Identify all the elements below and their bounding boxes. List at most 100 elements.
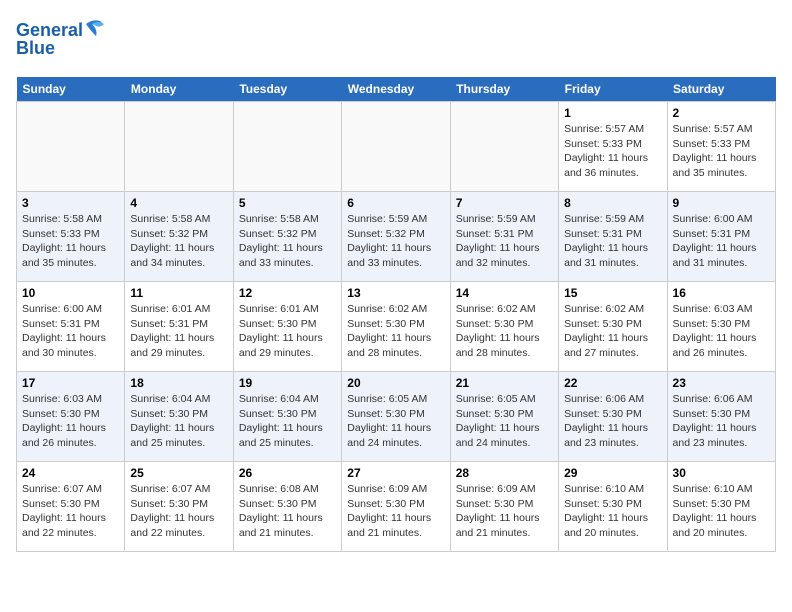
svg-text:Blue: Blue — [16, 38, 55, 58]
day-number: 1 — [564, 106, 661, 120]
day-info: Sunrise: 5:58 AM Sunset: 5:32 PM Dayligh… — [239, 212, 336, 271]
calendar-cell: 14 Sunrise: 6:02 AM Sunset: 5:30 PM Dayli… — [450, 282, 558, 372]
calendar-cell: 24Sunrise: 6:07 AM Sunset: 5:30 PM Dayli… — [17, 462, 125, 552]
day-number: 27 — [347, 466, 444, 480]
calendar-cell: 25 Sunrise: 6:07 AM Sunset: 5:30 PM Dayli… — [125, 462, 233, 552]
day-number: 4 — [130, 196, 227, 210]
calendar-week-row: 3 Sunrise: 5:58 AM Sunset: 5:33 PM Daylig… — [17, 192, 776, 282]
calendar-cell: 22 Sunrise: 6:06 AM Sunset: 5:30 PM Dayli… — [559, 372, 667, 462]
day-number: 19 — [239, 376, 336, 390]
calendar-header-row: SundayMondayTuesdayWednesdayThursdayFrid… — [17, 77, 776, 102]
calendar-cell — [233, 102, 341, 192]
day-of-week-header: Thursday — [450, 77, 558, 102]
calendar-week-row: 1 Sunrise: 5:57 AM Sunset: 5:33 PM Daylig… — [17, 102, 776, 192]
day-of-week-header: Monday — [125, 77, 233, 102]
day-number: 25 — [130, 466, 227, 480]
calendar-cell: 4 Sunrise: 5:58 AM Sunset: 5:32 PM Daylig… — [125, 192, 233, 282]
calendar-cell — [450, 102, 558, 192]
day-info: Sunrise: 6:07 AM Sunset: 5:30 PM Dayligh… — [22, 482, 119, 541]
calendar-cell: 20 Sunrise: 6:05 AM Sunset: 5:30 PM Dayli… — [342, 372, 450, 462]
day-info: Sunrise: 6:04 AM Sunset: 5:30 PM Dayligh… — [239, 392, 336, 451]
calendar-cell: 2Sunrise: 5:57 AM Sunset: 5:33 PM Daylig… — [667, 102, 775, 192]
day-number: 5 — [239, 196, 336, 210]
day-number: 17 — [22, 376, 119, 390]
day-info: Sunrise: 6:00 AM Sunset: 5:31 PM Dayligh… — [22, 302, 119, 361]
day-info: Sunrise: 6:05 AM Sunset: 5:30 PM Dayligh… — [347, 392, 444, 451]
calendar-cell: 23 Sunrise: 6:06 AM Sunset: 5:30 PM Dayli… — [667, 372, 775, 462]
calendar-cell: 3 Sunrise: 5:58 AM Sunset: 5:33 PM Daylig… — [17, 192, 125, 282]
calendar-week-row: 24Sunrise: 6:07 AM Sunset: 5:30 PM Dayli… — [17, 462, 776, 552]
day-info: Sunrise: 6:06 AM Sunset: 5:30 PM Dayligh… — [564, 392, 661, 451]
calendar-cell: 9 Sunrise: 6:00 AM Sunset: 5:31 PM Daylig… — [667, 192, 775, 282]
calendar-cell: 16Sunrise: 6:03 AM Sunset: 5:30 PM Dayli… — [667, 282, 775, 372]
day-number: 30 — [673, 466, 770, 480]
calendar-cell — [125, 102, 233, 192]
day-number: 18 — [130, 376, 227, 390]
calendar-cell — [342, 102, 450, 192]
day-info: Sunrise: 6:02 AM Sunset: 5:30 PM Dayligh… — [456, 302, 553, 361]
calendar-cell: 28 Sunrise: 6:09 AM Sunset: 5:30 PM Dayli… — [450, 462, 558, 552]
calendar-cell: 17 Sunrise: 6:03 AM Sunset: 5:30 PM Dayli… — [17, 372, 125, 462]
day-info: Sunrise: 5:57 AM Sunset: 5:33 PM Dayligh… — [564, 122, 661, 181]
day-info: Sunrise: 6:01 AM Sunset: 5:30 PM Dayligh… — [239, 302, 336, 361]
day-number: 3 — [22, 196, 119, 210]
day-info: Sunrise: 6:02 AM Sunset: 5:30 PM Dayligh… — [347, 302, 444, 361]
day-info: Sunrise: 6:00 AM Sunset: 5:31 PM Dayligh… — [673, 212, 770, 271]
logo: General Blue — [16, 16, 106, 65]
day-info: Sunrise: 6:10 AM Sunset: 5:30 PM Dayligh… — [564, 482, 661, 541]
calendar-cell: 30 Sunrise: 6:10 AM Sunset: 5:30 PM Dayli… — [667, 462, 775, 552]
day-info: Sunrise: 6:09 AM Sunset: 5:30 PM Dayligh… — [347, 482, 444, 541]
calendar-cell: 8Sunrise: 5:59 AM Sunset: 5:31 PM Daylig… — [559, 192, 667, 282]
day-info: Sunrise: 6:02 AM Sunset: 5:30 PM Dayligh… — [564, 302, 661, 361]
calendar-table: SundayMondayTuesdayWednesdayThursdayFrid… — [16, 77, 776, 552]
day-number: 13 — [347, 286, 444, 300]
day-number: 14 — [456, 286, 553, 300]
calendar-cell: 29Sunrise: 6:10 AM Sunset: 5:30 PM Dayli… — [559, 462, 667, 552]
day-info: Sunrise: 6:04 AM Sunset: 5:30 PM Dayligh… — [130, 392, 227, 451]
calendar-cell — [17, 102, 125, 192]
logo-text-block: General Blue — [16, 16, 106, 65]
calendar-week-row: 10Sunrise: 6:00 AM Sunset: 5:31 PM Dayli… — [17, 282, 776, 372]
day-of-week-header: Wednesday — [342, 77, 450, 102]
day-number: 22 — [564, 376, 661, 390]
day-of-week-header: Friday — [559, 77, 667, 102]
calendar-cell: 13 Sunrise: 6:02 AM Sunset: 5:30 PM Dayli… — [342, 282, 450, 372]
day-of-week-header: Sunday — [17, 77, 125, 102]
day-info: Sunrise: 6:06 AM Sunset: 5:30 PM Dayligh… — [673, 392, 770, 451]
calendar-cell: 6Sunrise: 5:59 AM Sunset: 5:32 PM Daylig… — [342, 192, 450, 282]
day-info: Sunrise: 6:09 AM Sunset: 5:30 PM Dayligh… — [456, 482, 553, 541]
day-number: 16 — [673, 286, 770, 300]
day-info: Sunrise: 6:01 AM Sunset: 5:31 PM Dayligh… — [130, 302, 227, 361]
day-info: Sunrise: 6:08 AM Sunset: 5:30 PM Dayligh… — [239, 482, 336, 541]
page-header: General Blue — [16, 16, 776, 65]
calendar-cell: 7Sunrise: 5:59 AM Sunset: 5:31 PM Daylig… — [450, 192, 558, 282]
day-of-week-header: Tuesday — [233, 77, 341, 102]
calendar-week-row: 17 Sunrise: 6:03 AM Sunset: 5:30 PM Dayli… — [17, 372, 776, 462]
calendar-cell: 1 Sunrise: 5:57 AM Sunset: 5:33 PM Daylig… — [559, 102, 667, 192]
calendar-cell: 27 Sunrise: 6:09 AM Sunset: 5:30 PM Dayli… — [342, 462, 450, 552]
day-info: Sunrise: 5:58 AM Sunset: 5:33 PM Dayligh… — [22, 212, 119, 271]
calendar-cell: 11 Sunrise: 6:01 AM Sunset: 5:31 PM Dayli… — [125, 282, 233, 372]
day-number: 15 — [564, 286, 661, 300]
day-number: 8 — [564, 196, 661, 210]
day-info: Sunrise: 5:58 AM Sunset: 5:32 PM Dayligh… — [130, 212, 227, 271]
day-info: Sunrise: 5:57 AM Sunset: 5:33 PM Dayligh… — [673, 122, 770, 181]
day-info: Sunrise: 6:10 AM Sunset: 5:30 PM Dayligh… — [673, 482, 770, 541]
day-number: 12 — [239, 286, 336, 300]
calendar-cell: 18 Sunrise: 6:04 AM Sunset: 5:30 PM Dayli… — [125, 372, 233, 462]
day-info: Sunrise: 6:07 AM Sunset: 5:30 PM Dayligh… — [130, 482, 227, 541]
calendar-cell: 21Sunrise: 6:05 AM Sunset: 5:30 PM Dayli… — [450, 372, 558, 462]
day-number: 23 — [673, 376, 770, 390]
calendar-cell: 26 Sunrise: 6:08 AM Sunset: 5:30 PM Dayli… — [233, 462, 341, 552]
day-number: 9 — [673, 196, 770, 210]
day-number: 28 — [456, 466, 553, 480]
day-number: 26 — [239, 466, 336, 480]
day-info: Sunrise: 5:59 AM Sunset: 5:31 PM Dayligh… — [456, 212, 553, 271]
calendar-cell: 10Sunrise: 6:00 AM Sunset: 5:31 PM Dayli… — [17, 282, 125, 372]
svg-text:General: General — [16, 20, 83, 40]
day-number: 11 — [130, 286, 227, 300]
day-info: Sunrise: 6:03 AM Sunset: 5:30 PM Dayligh… — [22, 392, 119, 451]
day-number: 20 — [347, 376, 444, 390]
day-number: 21 — [456, 376, 553, 390]
calendar-cell: 12 Sunrise: 6:01 AM Sunset: 5:30 PM Dayli… — [233, 282, 341, 372]
